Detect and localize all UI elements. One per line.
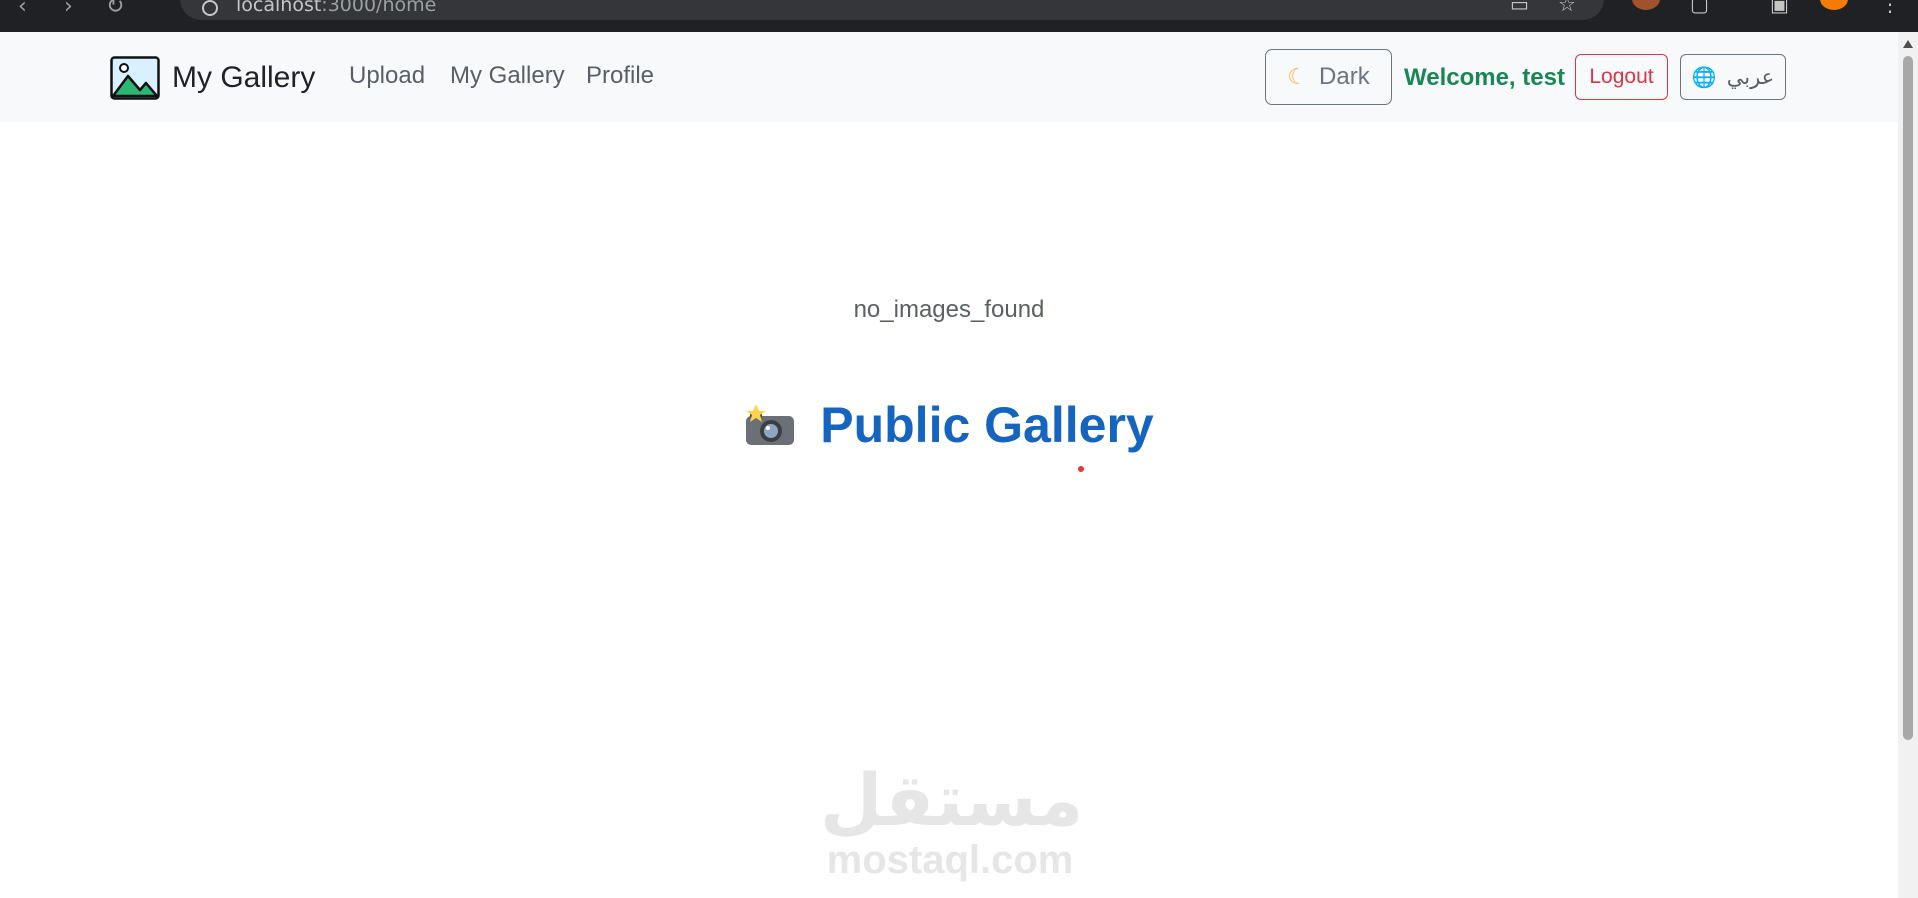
downloads-icon[interactable]: ▣ bbox=[1770, 0, 1790, 16]
nav-link-upload[interactable]: Upload bbox=[349, 62, 425, 90]
address-url[interactable]: localhost:3000/home bbox=[236, 0, 436, 16]
cursor-dot bbox=[1078, 466, 1084, 472]
language-label: عربي bbox=[1726, 65, 1775, 89]
site-navbar: My Gallery Upload My Gallery Profile ☾ D… bbox=[0, 32, 1898, 122]
back-icon[interactable]: ‹ bbox=[18, 0, 27, 19]
section-title: Public Gallery bbox=[820, 397, 1154, 453]
brand-link[interactable]: My Gallery bbox=[110, 56, 315, 100]
globe-icon: 🌐 bbox=[1691, 66, 1717, 89]
empty-gallery-message: no_images_found bbox=[853, 296, 1045, 323]
page-scrollbar[interactable] bbox=[1898, 32, 1918, 898]
theme-toggle-button[interactable]: ☾ Dark bbox=[1265, 49, 1392, 105]
nav-link-my-gallery[interactable]: My Gallery bbox=[450, 62, 565, 90]
site-info-icon[interactable] bbox=[202, 0, 218, 16]
forward-icon[interactable]: › bbox=[64, 0, 73, 19]
extension-icon[interactable] bbox=[1632, 0, 1660, 10]
scroll-thumb[interactable] bbox=[1903, 56, 1913, 740]
theme-toggle-label: Dark bbox=[1319, 63, 1370, 90]
language-switch-button[interactable]: 🌐 عربي bbox=[1680, 54, 1786, 100]
browser-menu-icon[interactable]: ⋮ bbox=[1880, 0, 1900, 16]
bookmark-star-icon[interactable]: ☆ bbox=[1558, 0, 1578, 16]
moon-icon: ☾ bbox=[1287, 64, 1308, 89]
reload-icon[interactable]: ↻ bbox=[106, 0, 124, 19]
side-panel-icon[interactable]: ▢ bbox=[1690, 0, 1710, 16]
install-app-icon[interactable]: ▭ bbox=[1510, 0, 1530, 16]
profile-avatar[interactable] bbox=[1820, 0, 1848, 10]
browser-toolbar: ‹ › ↻ localhost:3000/home ▭ ☆ ▢ ▣ ⋮ bbox=[0, 0, 1918, 32]
watermark: مستقل mostaql.com bbox=[820, 758, 1084, 882]
nav-link-profile[interactable]: Profile bbox=[586, 62, 654, 90]
logout-button[interactable]: Logout bbox=[1575, 54, 1668, 100]
camera-flash-icon bbox=[746, 404, 795, 445]
image-landscape-icon bbox=[110, 56, 160, 100]
watermark-arabic: مستقل bbox=[820, 758, 1084, 842]
section-heading: Public Gallery bbox=[0, 396, 1898, 454]
watermark-latin: mostaql.com bbox=[826, 838, 1074, 882]
welcome-text: Welcome, test bbox=[1404, 64, 1565, 91]
brand-name: My Gallery bbox=[172, 61, 316, 94]
scroll-up-arrow-icon[interactable] bbox=[1903, 40, 1913, 48]
url-path: :3000/home bbox=[321, 0, 437, 16]
address-bar[interactable]: localhost:3000/home bbox=[180, 0, 1604, 20]
url-host: localhost bbox=[236, 0, 322, 16]
